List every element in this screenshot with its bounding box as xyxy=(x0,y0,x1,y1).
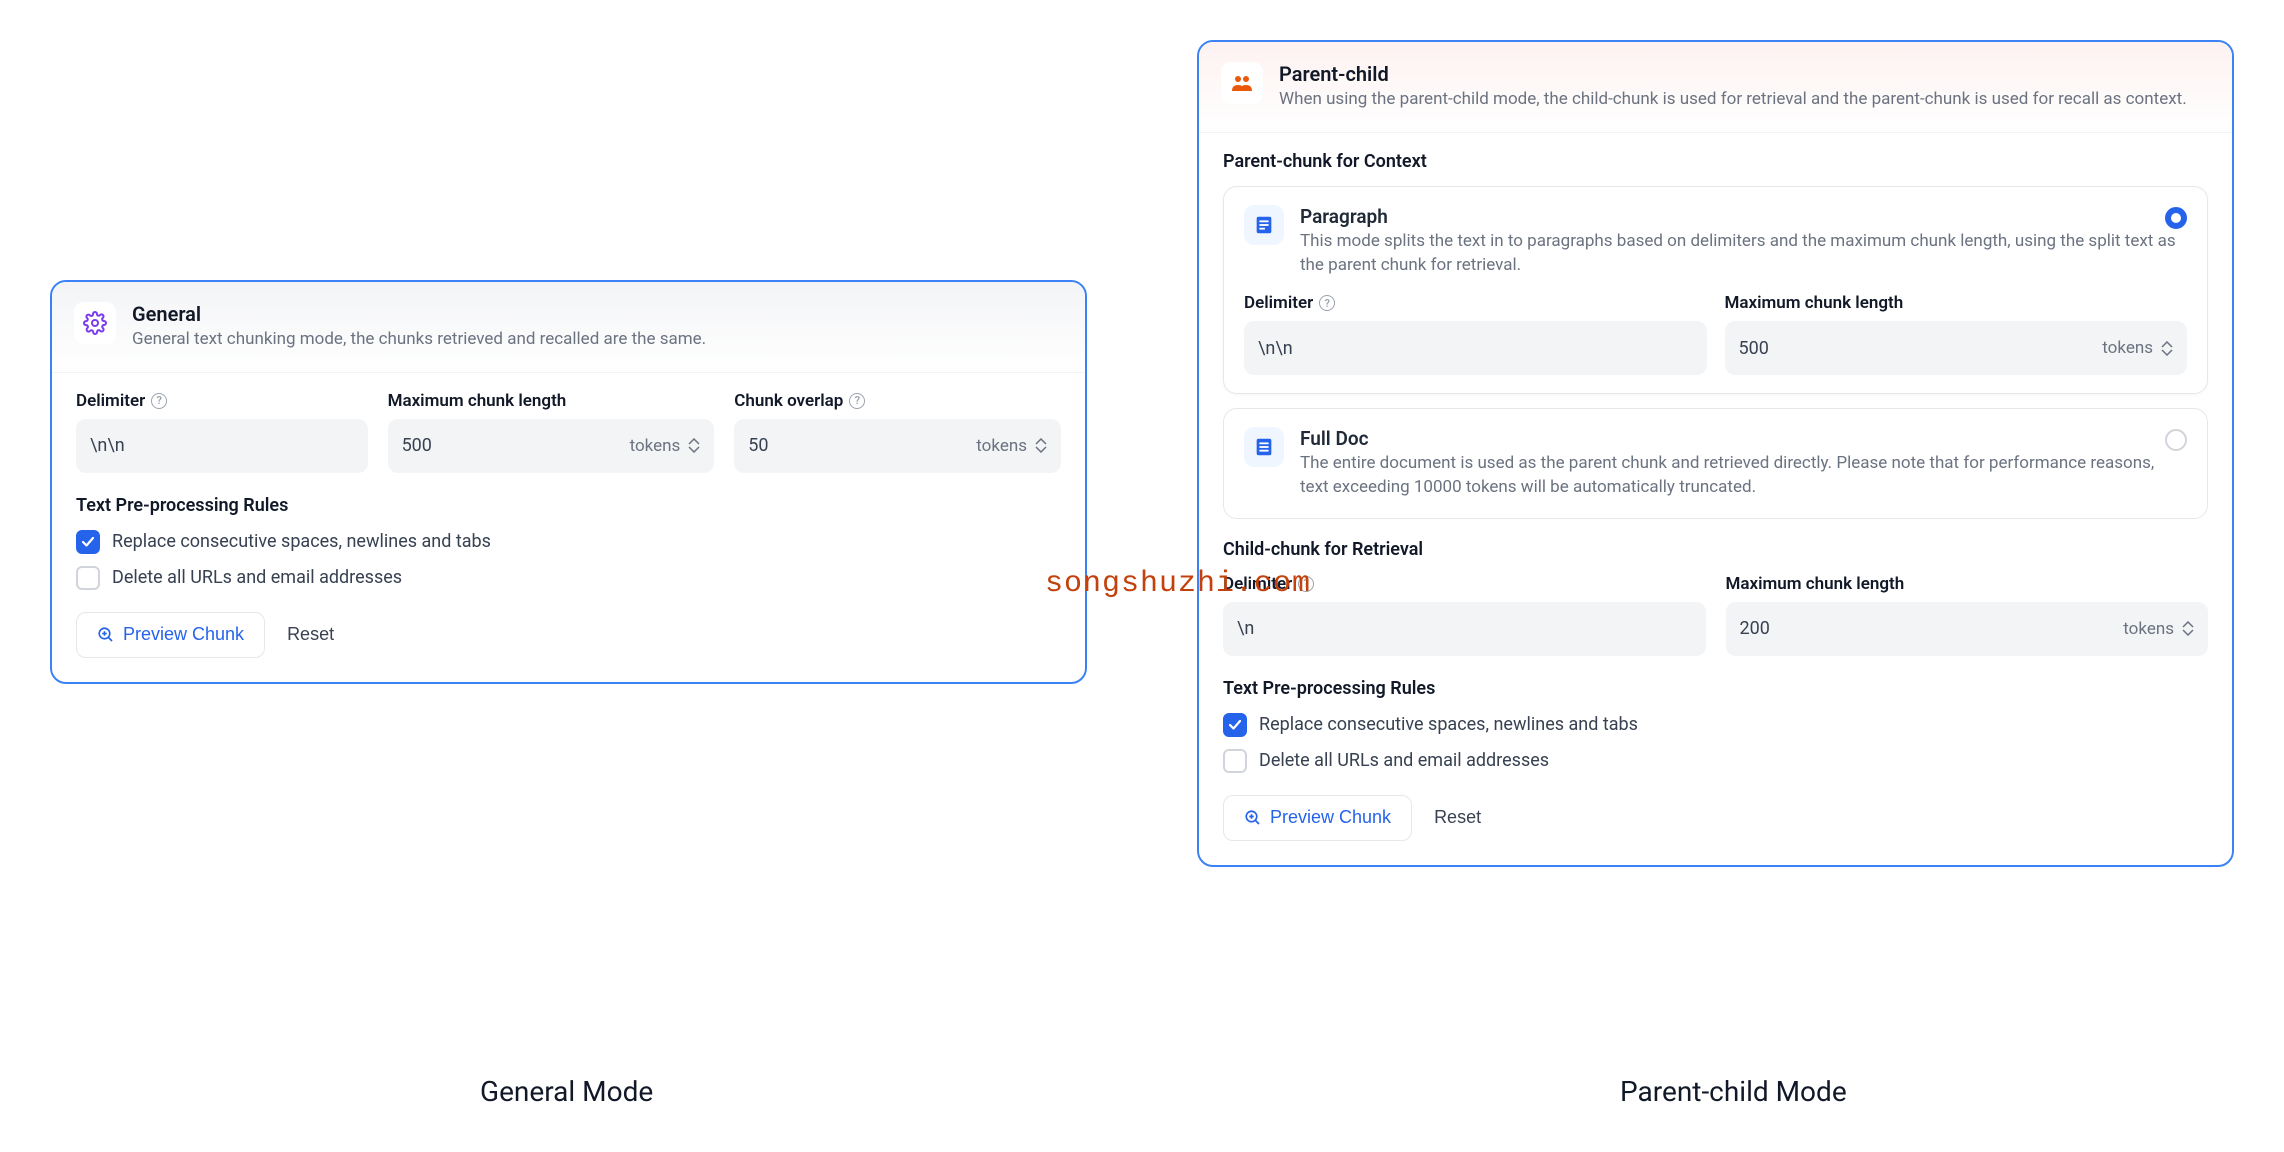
parent-rule-delete-urls: Delete all URLs and email addresses xyxy=(1223,749,2208,773)
parent-rules-title: Text Pre-processing Rules xyxy=(1223,678,2208,699)
document-full-icon xyxy=(1244,427,1284,467)
checkbox-replace-spaces[interactable] xyxy=(76,530,100,554)
reset-button[interactable]: Reset xyxy=(287,624,334,645)
number-stepper[interactable] xyxy=(2161,341,2173,356)
parent-header: Parent-child When using the parent-child… xyxy=(1199,42,2232,133)
maxlen-input[interactable] xyxy=(402,435,630,456)
general-header: General General text chunking mode, the … xyxy=(52,282,1085,373)
rule-delete-urls: Delete all URLs and email addresses xyxy=(76,566,1061,590)
unit-label: tokens xyxy=(976,436,1027,456)
preview-chunk-button[interactable]: Preview Chunk xyxy=(1223,795,1412,841)
checkbox-replace-spaces[interactable] xyxy=(1223,713,1247,737)
delimiter-label: Delimiter ? xyxy=(76,391,368,411)
reset-button[interactable]: Reset xyxy=(1434,807,1481,828)
number-stepper[interactable] xyxy=(688,438,700,453)
watermark: songshuzhi.com xyxy=(1045,567,1311,601)
general-title: General xyxy=(132,302,706,326)
parent-title: Parent-child xyxy=(1279,62,2187,86)
maxlen-input-wrap: tokens xyxy=(388,419,715,473)
context-title: Parent-chunk for Context xyxy=(1223,151,2208,172)
fulldoc-option[interactable]: Full Doc The entire document is used as … xyxy=(1223,408,2208,519)
parent-child-mode-panel: Parent-child When using the parent-child… xyxy=(1197,40,2234,867)
unit-label: tokens xyxy=(630,436,681,456)
child-maxlen-input[interactable] xyxy=(1740,618,2124,639)
fulldoc-title: Full Doc xyxy=(1300,427,2187,450)
parent-rule-replace-spaces: Replace consecutive spaces, newlines and… xyxy=(1223,713,2208,737)
help-icon[interactable]: ? xyxy=(849,393,865,409)
help-icon[interactable]: ? xyxy=(1319,295,1335,311)
checkbox-delete-urls[interactable] xyxy=(1223,749,1247,773)
overlap-input[interactable] xyxy=(748,435,976,456)
child-delimiter-input[interactable] xyxy=(1237,618,1692,639)
checkbox-delete-urls[interactable] xyxy=(76,566,100,590)
radio-paragraph[interactable] xyxy=(2165,207,2187,229)
overlap-label: Chunk overlap ? xyxy=(734,391,1061,411)
delimiter-input-wrap xyxy=(76,419,368,473)
document-lines-icon xyxy=(1244,205,1284,245)
help-icon[interactable]: ? xyxy=(151,393,167,409)
overlap-input-wrap: tokens xyxy=(734,419,1061,473)
general-mode-panel: General General text chunking mode, the … xyxy=(50,280,1087,684)
number-stepper[interactable] xyxy=(2182,621,2194,636)
paragraph-delimiter-label: Delimiter ? xyxy=(1244,293,1707,313)
gear-icon xyxy=(74,302,116,344)
rule-replace-spaces: Replace consecutive spaces, newlines and… xyxy=(76,530,1061,554)
number-stepper[interactable] xyxy=(1035,438,1047,453)
caption-parent: Parent-child Mode xyxy=(1620,1075,1847,1108)
rules-title: Text Pre-processing Rules xyxy=(76,495,1061,516)
child-maxlen-label: Maximum chunk length xyxy=(1726,574,2209,594)
child-title: Child-chunk for Retrieval xyxy=(1223,539,2208,560)
delimiter-input[interactable] xyxy=(90,435,354,456)
general-desc: General text chunking mode, the chunks r… xyxy=(132,328,706,352)
fulldoc-desc: The entire document is used as the paren… xyxy=(1300,452,2187,500)
preview-chunk-button[interactable]: Preview Chunk xyxy=(76,612,265,658)
people-icon xyxy=(1221,62,1263,104)
paragraph-maxlen-input[interactable] xyxy=(1739,338,2103,359)
paragraph-delimiter-input[interactable] xyxy=(1258,338,1693,359)
paragraph-title: Paragraph xyxy=(1300,205,2187,228)
paragraph-option[interactable]: Paragraph This mode splits the text in t… xyxy=(1223,186,2208,395)
caption-general: General Mode xyxy=(480,1075,653,1108)
maxlen-label: Maximum chunk length xyxy=(388,391,715,411)
paragraph-maxlen-label: Maximum chunk length xyxy=(1725,293,2188,313)
parent-desc: When using the parent-child mode, the ch… xyxy=(1279,88,2187,112)
paragraph-desc: This mode splits the text in to paragrap… xyxy=(1300,230,2187,278)
